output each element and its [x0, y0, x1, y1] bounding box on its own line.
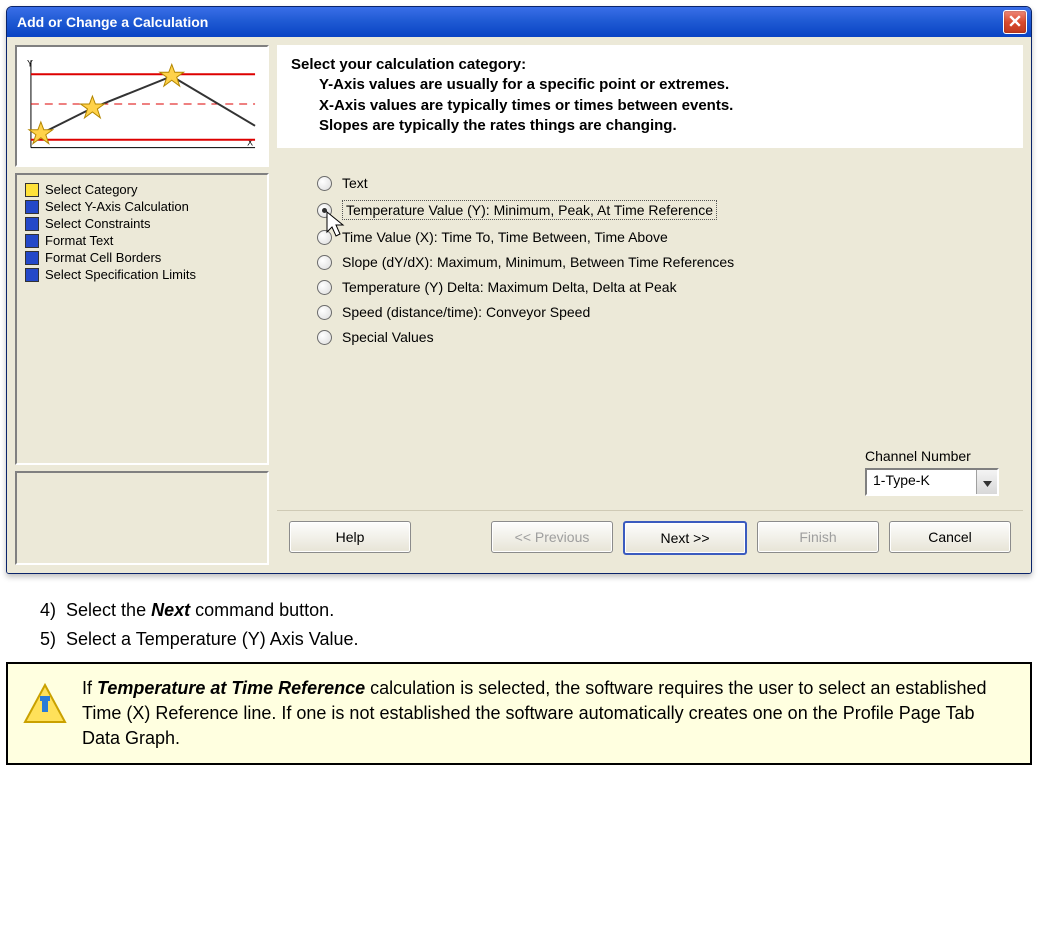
radio-option-time-value[interactable]: Time Value (X): Time To, Time Between, T… [317, 229, 1001, 245]
close-icon [1009, 14, 1021, 30]
header-line: X-Axis values are typically times or tim… [291, 96, 1009, 116]
chart-icon: Y X [23, 51, 261, 161]
radio-label: Temperature Value (Y): Minimum, Peak, At… [342, 200, 717, 220]
help-button[interactable]: Help [289, 521, 411, 553]
radio-option-temperature-delta[interactable]: Temperature (Y) Delta: Maximum Delta, De… [317, 279, 1001, 295]
radio-label: Text [342, 175, 368, 191]
wizard-step[interactable]: Select Y-Axis Calculation [25, 198, 259, 215]
radio-option-slope[interactable]: Slope (dY/dX): Maximum, Minimum, Between… [317, 254, 1001, 270]
radio-option-special[interactable]: Special Values [317, 329, 1001, 345]
step-marker-icon [25, 183, 39, 197]
button-label: << Previous [515, 529, 590, 545]
preview-chart: Y X [15, 45, 269, 167]
wizard-step[interactable]: Select Constraints [25, 215, 259, 232]
instruction-header: Select your calculation category: Y-Axis… [277, 45, 1023, 148]
step-text: Select a Temperature (Y) Axis Value. [66, 629, 358, 649]
close-button[interactable] [1003, 10, 1027, 34]
window-title: Add or Change a Calculation [17, 14, 208, 30]
previous-button: << Previous [491, 521, 613, 553]
button-label: Cancel [928, 529, 972, 545]
left-column: Y X Selec [15, 45, 269, 565]
step-marker-icon [25, 268, 39, 282]
step-marker-icon [25, 234, 39, 248]
step-label: Select Category [45, 182, 138, 197]
step-label: Select Specification Limits [45, 267, 196, 282]
note-text-part: If [82, 678, 97, 698]
note-text-bold: Temperature at Time Reference [97, 678, 365, 698]
button-row: Help << Previous Next >> Finish Cancel [277, 510, 1023, 565]
radio-label: Time Value (X): Time To, Time Between, T… [342, 229, 668, 245]
step-label: Select Y-Axis Calculation [45, 199, 189, 214]
description-panel [15, 471, 269, 565]
instruction-step-4: 4) Select the Next command button. [40, 596, 1038, 625]
radio-option-text[interactable]: Text [317, 175, 1001, 191]
header-line: Slopes are typically the rates things ar… [291, 116, 1009, 136]
channel-value: 1-Type-K [867, 470, 976, 494]
radio-option-temperature-value[interactable]: Temperature Value (Y): Minimum, Peak, At… [317, 200, 1001, 220]
instruction-step-5: 5) Select a Temperature (Y) Axis Value. [40, 625, 1038, 654]
step-text: Select the [66, 600, 151, 620]
wizard-step[interactable]: Format Text [25, 232, 259, 249]
step-marker-icon [25, 251, 39, 265]
dialog-window: Add or Change a Calculation Y X [6, 6, 1032, 574]
radio-icon [317, 230, 332, 245]
note-text: If Temperature at Time Reference calcula… [82, 676, 1016, 752]
finish-button: Finish [757, 521, 879, 553]
radio-icon [317, 176, 332, 191]
cancel-button[interactable]: Cancel [889, 521, 1011, 553]
header-title: Select your calculation category: [291, 55, 1009, 75]
radio-icon [317, 255, 332, 270]
step-label: Select Constraints [45, 216, 151, 231]
header-line: Y-Axis values are usually for a specific… [291, 75, 1009, 95]
step-marker-icon [25, 217, 39, 231]
step-text-bold: Next [151, 600, 190, 620]
step-text: command button. [190, 600, 334, 620]
button-label: Next >> [660, 530, 709, 546]
step-number: 4) [40, 600, 56, 620]
step-label: Format Text [45, 233, 113, 248]
step-number: 5) [40, 629, 56, 649]
radio-label: Temperature (Y) Delta: Maximum Delta, De… [342, 279, 677, 295]
channel-label: Channel Number [865, 448, 999, 464]
radio-icon [317, 330, 332, 345]
button-label: Finish [799, 529, 836, 545]
step-label: Format Cell Borders [45, 250, 161, 265]
radio-icon [317, 280, 332, 295]
radio-label: Slope (dY/dX): Maximum, Minimum, Between… [342, 254, 734, 270]
channel-number-group: Channel Number 1-Type-K [865, 448, 999, 496]
right-column: Select your calculation category: Y-Axis… [277, 45, 1023, 565]
button-label: Help [336, 529, 365, 545]
wizard-step[interactable]: Select Specification Limits [25, 266, 259, 283]
radio-icon [317, 305, 332, 320]
chevron-down-icon [983, 474, 992, 490]
dropdown-button[interactable] [976, 470, 997, 494]
tip-icon [22, 682, 68, 735]
step-marker-icon [25, 200, 39, 214]
client-area: Y X Selec [7, 37, 1031, 573]
svg-text:Y: Y [27, 58, 33, 68]
radio-label: Speed (distance/time): Conveyor Speed [342, 304, 590, 320]
radio-icon [317, 203, 332, 218]
radio-label: Special Values [342, 329, 434, 345]
wizard-steps-panel: Select Category Select Y-Axis Calculatio… [15, 173, 269, 465]
channel-select[interactable]: 1-Type-K [865, 468, 999, 496]
note-callout: If Temperature at Time Reference calcula… [6, 662, 1032, 766]
next-button[interactable]: Next >> [623, 521, 747, 555]
titlebar: Add or Change a Calculation [7, 7, 1031, 37]
wizard-step[interactable]: Format Cell Borders [25, 249, 259, 266]
radio-option-speed[interactable]: Speed (distance/time): Conveyor Speed [317, 304, 1001, 320]
instruction-list: 4) Select the Next command button. 5) Se… [40, 596, 1038, 654]
wizard-step[interactable]: Select Category [25, 181, 259, 198]
options-panel: Text Temperature Value (Y): Minimum, Pea… [277, 148, 1023, 510]
